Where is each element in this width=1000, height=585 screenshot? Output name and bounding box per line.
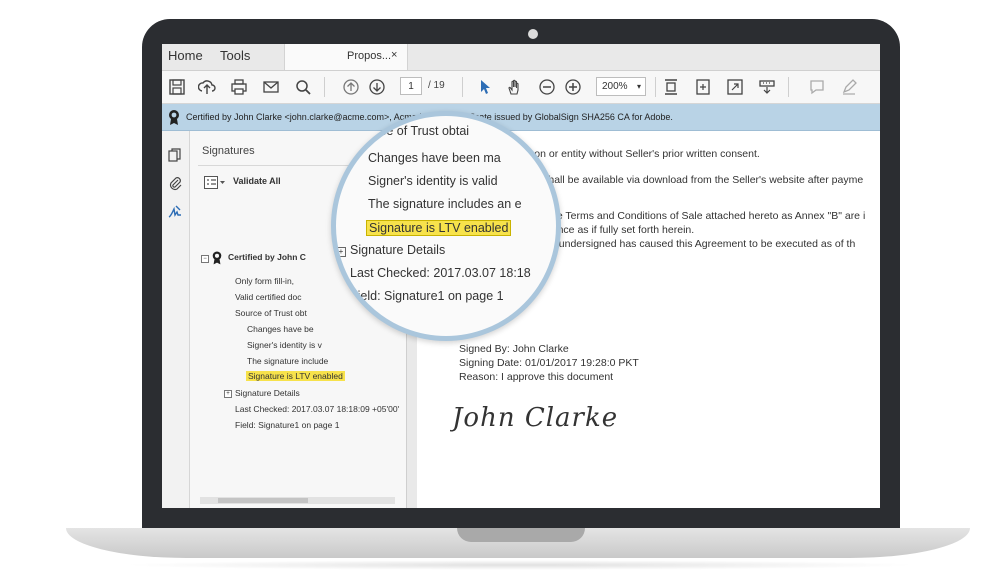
toolbar-divider <box>462 77 463 97</box>
tree-item: Changes have be <box>247 324 314 334</box>
signed-by-text: Signed By: John Clarke <box>459 343 569 355</box>
toolbar-divider <box>788 77 789 97</box>
search-icon[interactable] <box>294 78 312 96</box>
toolbar-divider <box>324 77 325 97</box>
magnified-text: Last Checked: 2017.03.07 18:18 <box>350 266 531 280</box>
scrollbar-thumb[interactable] <box>218 498 308 503</box>
page-down-icon[interactable] <box>368 78 386 96</box>
comment-icon[interactable] <box>808 78 826 96</box>
zoom-in-icon[interactable] <box>564 78 582 96</box>
reason-text: Reason: I approve this document <box>459 371 614 383</box>
certified-by-node[interactable]: Certified by John C <box>228 252 306 262</box>
tree-item: Only form fill-in, <box>235 276 295 286</box>
field-text: Field: Signature1 on page 1 <box>235 420 340 430</box>
magnified-text: Signer's identity is valid <box>368 174 498 188</box>
certificate-ribbon-icon <box>212 251 222 265</box>
certificate-ribbon-icon <box>169 110 179 125</box>
panel-title: Signatures <box>202 145 255 157</box>
magnified-text: Field: Signature1 on page 1 <box>350 289 504 303</box>
app-screen: Home Tools Propos... × 1 / 19 200% ▾ Cer… <box>162 44 880 508</box>
collapse-icon[interactable]: − <box>201 255 209 263</box>
upload-icon[interactable] <box>198 78 216 96</box>
page-number-input[interactable]: 1 <box>400 77 422 95</box>
laptop-base-notch <box>457 528 585 542</box>
zoom-value: 200% <box>602 81 628 92</box>
laptop-shadow <box>120 560 920 570</box>
save-icon[interactable] <box>168 78 186 96</box>
toolbar-divider <box>655 77 656 97</box>
page-up-icon[interactable] <box>342 78 360 96</box>
magnifier-lens: urce of Trust obtai Changes have been ma… <box>331 111 561 341</box>
mail-icon[interactable] <box>262 78 280 96</box>
select-arrow-icon[interactable] <box>476 78 494 96</box>
expand-icon[interactable]: + <box>224 390 232 398</box>
left-rail <box>162 131 190 508</box>
zoom-out-icon[interactable] <box>538 78 556 96</box>
document-tab[interactable]: Propos... × <box>284 44 408 70</box>
validate-all-button[interactable]: Validate All <box>233 176 281 186</box>
magnified-text: urce of Trust obtai <box>369 124 470 138</box>
options-menu-icon[interactable] <box>204 176 226 189</box>
sign-icon[interactable] <box>840 78 858 96</box>
camera-dot <box>528 29 538 39</box>
chevron-down-icon: ▾ <box>636 82 641 91</box>
handwritten-signature: John Clarke <box>450 403 618 433</box>
page-view-icon[interactable] <box>694 78 712 96</box>
document-text-line: roduct shall be available via download f… <box>511 174 864 186</box>
tree-item: Source of Trust obt <box>235 308 307 318</box>
hand-icon[interactable] <box>506 78 524 96</box>
attachment-icon[interactable] <box>167 175 183 191</box>
full-screen-icon[interactable] <box>726 78 744 96</box>
magnified-text: Signature Details <box>350 243 446 257</box>
document-text-line: ons. The Terms and Conditions of Sale at… <box>522 210 866 222</box>
magnified-text: The signature includes an e <box>368 197 522 211</box>
expand-icon: + <box>336 247 346 257</box>
zoom-select[interactable]: 200% ▾ <box>596 77 646 96</box>
last-checked-text: Last Checked: 2017.03.07 18:18:09 +05'00… <box>235 404 400 414</box>
magnified-ltv-item: Signature is LTV enabled <box>366 220 512 236</box>
horizontal-scrollbar[interactable] <box>200 497 395 504</box>
page-total: / 19 <box>428 80 445 91</box>
document-tab-label: Propos... <box>347 50 392 62</box>
close-tab-icon[interactable]: × <box>391 49 397 61</box>
signature-details-node[interactable]: Signature Details <box>235 388 300 398</box>
ltv-enabled-item: Signature is LTV enabled <box>246 371 345 381</box>
signing-date-text: Signing Date: 01/01/2017 19:28:0 PKT <box>459 357 639 369</box>
certification-bar: Certified by John Clarke <john.clarke@ac… <box>162 104 880 131</box>
signature-panel-icon[interactable] <box>167 204 183 220</box>
menu-tools[interactable]: Tools <box>220 48 250 63</box>
tree-item: The signature include <box>247 356 329 366</box>
fit-page-icon[interactable] <box>662 78 680 96</box>
print-icon[interactable] <box>230 78 248 96</box>
toolbar: 1 / 19 200% ▾ <box>162 71 880 104</box>
document-text-line: OF, the undersigned has caused this Agre… <box>522 238 856 250</box>
magnified-text: Changes have been ma <box>368 151 501 165</box>
tree-item: Signer's identity is v <box>247 340 322 350</box>
menubar: Home Tools Propos... × <box>162 44 880 71</box>
menu-home[interactable]: Home <box>168 48 203 63</box>
pages-icon[interactable] <box>167 147 183 163</box>
signature-name: John Clarke <box>450 403 618 433</box>
tree-item: Valid certified doc <box>235 292 302 302</box>
read-mode-icon[interactable] <box>758 78 776 96</box>
